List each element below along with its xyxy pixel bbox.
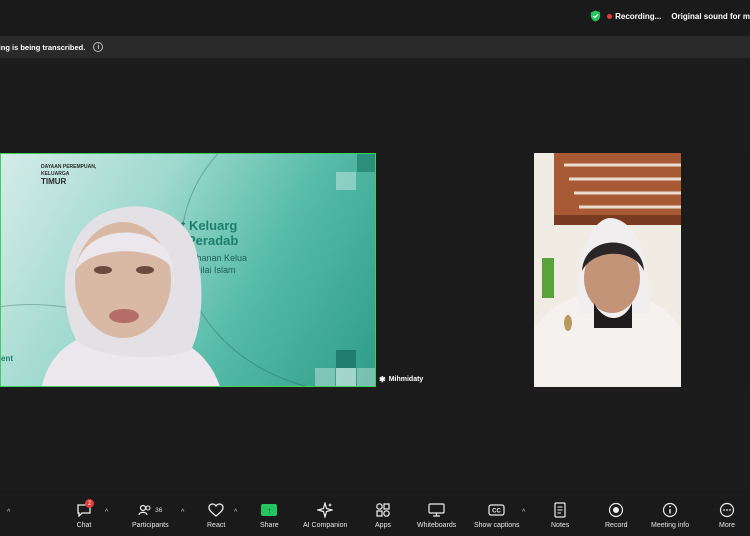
record-icon	[609, 502, 624, 518]
info-icon[interactable]: i	[93, 42, 104, 52]
record-button[interactable]: Record	[605, 502, 628, 529]
original-sound-button[interactable]: Original sound for m	[671, 12, 750, 21]
chat-button[interactable]: 2 Chat	[76, 499, 94, 529]
participant-video-image	[534, 153, 681, 387]
microphone-muted-icon: ✱	[379, 375, 386, 384]
more-label: More	[719, 522, 735, 529]
notes-button[interactable]: Notes	[551, 502, 569, 529]
slide-decor-square	[336, 350, 356, 368]
apps-label: Apps	[375, 522, 391, 529]
top-status-area: Recording... Original sound for m	[590, 10, 750, 22]
share-label: Share	[260, 522, 279, 529]
recording-indicator[interactable]: Recording...	[607, 12, 661, 21]
chevron-up-icon[interactable]: ^	[181, 509, 184, 516]
react-label: React	[207, 522, 226, 529]
participants-icon	[138, 504, 151, 516]
heart-icon	[208, 503, 224, 517]
recording-label: Recording...	[615, 11, 662, 21]
meeting-info-button[interactable]: Meeting info	[651, 502, 689, 529]
shield-icon[interactable]	[590, 10, 601, 22]
ai-companion-button[interactable]: AI Companion	[303, 502, 347, 529]
meeting-toolbar: ^ 2 Chat ^ 36 Participants ^ React ^ ↑ S…	[0, 490, 750, 536]
slide-org-line: DAYAAN PEREMPUAN,	[41, 164, 97, 170]
share-button[interactable]: ↑ Share	[260, 502, 279, 529]
participants-button[interactable]: 36 Participants	[132, 502, 169, 529]
slide-decor-square	[336, 172, 356, 190]
chevron-up-icon[interactable]: ^	[234, 509, 237, 516]
participant-video	[534, 153, 681, 387]
slide-org-line: TIMUR	[41, 177, 67, 186]
chat-label: Chat	[76, 522, 92, 529]
slide-footer: ent	[1, 354, 13, 363]
meeting-info-label: Meeting info	[651, 522, 690, 529]
slide-decor-square	[357, 154, 375, 172]
whiteboards-label: Whiteboards	[417, 522, 457, 529]
slide-organization: DAYAAN PEREMPUAN, KELUARGA TIMUR	[11, 164, 97, 186]
transcription-text: eting is being transcribed.	[0, 42, 86, 52]
show-captions-label: Show captions	[474, 522, 520, 529]
chat-unread-badge: 2	[85, 499, 94, 508]
transcription-banner: eting is being transcribed. i	[0, 36, 750, 58]
captions-icon: CC	[488, 504, 505, 516]
participant-count: 36	[155, 506, 163, 514]
recording-dot-icon	[607, 13, 613, 19]
share-screen-icon: ↑	[261, 504, 278, 516]
chevron-up-icon[interactable]: ^	[522, 509, 525, 516]
notes-label: Notes	[551, 522, 570, 529]
video-stage: DAYAAN PEREMPUAN, KELUARGA TIMUR t Kelua…	[0, 58, 750, 490]
slide-decor-square	[336, 368, 356, 386]
notes-icon	[554, 502, 566, 518]
top-bar: Recording... Original sound for m	[0, 0, 750, 34]
chevron-up-icon[interactable]: ^	[7, 509, 10, 516]
more-icon	[719, 502, 735, 518]
record-label: Record	[605, 522, 628, 529]
ai-companion-label: AI Companion	[303, 522, 348, 529]
svg-text:CC: CC	[492, 509, 501, 515]
chevron-up-icon[interactable]: ^	[105, 509, 108, 516]
apps-button[interactable]: Apps	[375, 502, 391, 529]
whiteboards-button[interactable]: Whiteboards	[417, 502, 456, 529]
video-tile-active-speaker[interactable]: DAYAAN PEREMPUAN, KELUARGA TIMUR t Kelua…	[0, 153, 376, 387]
participant-name-tag: ✱ Mihmidaty	[379, 375, 423, 384]
participants-label: Participants	[132, 522, 169, 529]
show-captions-button[interactable]: CC Show captions	[474, 502, 520, 529]
more-button[interactable]: More	[719, 502, 735, 529]
sparkle-icon	[317, 502, 334, 518]
video-tile-participant[interactable]: ✱ Mihmidaty	[379, 153, 750, 387]
apps-icon	[376, 503, 390, 517]
speaker-video-image	[42, 206, 220, 386]
slide-decor-square	[357, 368, 375, 386]
slide-decor-square	[315, 368, 335, 386]
whiteboard-icon	[428, 503, 445, 517]
info-circle-icon	[662, 502, 678, 518]
react-button[interactable]: React	[207, 502, 225, 529]
participant-name: Mihmidaty	[388, 376, 424, 383]
